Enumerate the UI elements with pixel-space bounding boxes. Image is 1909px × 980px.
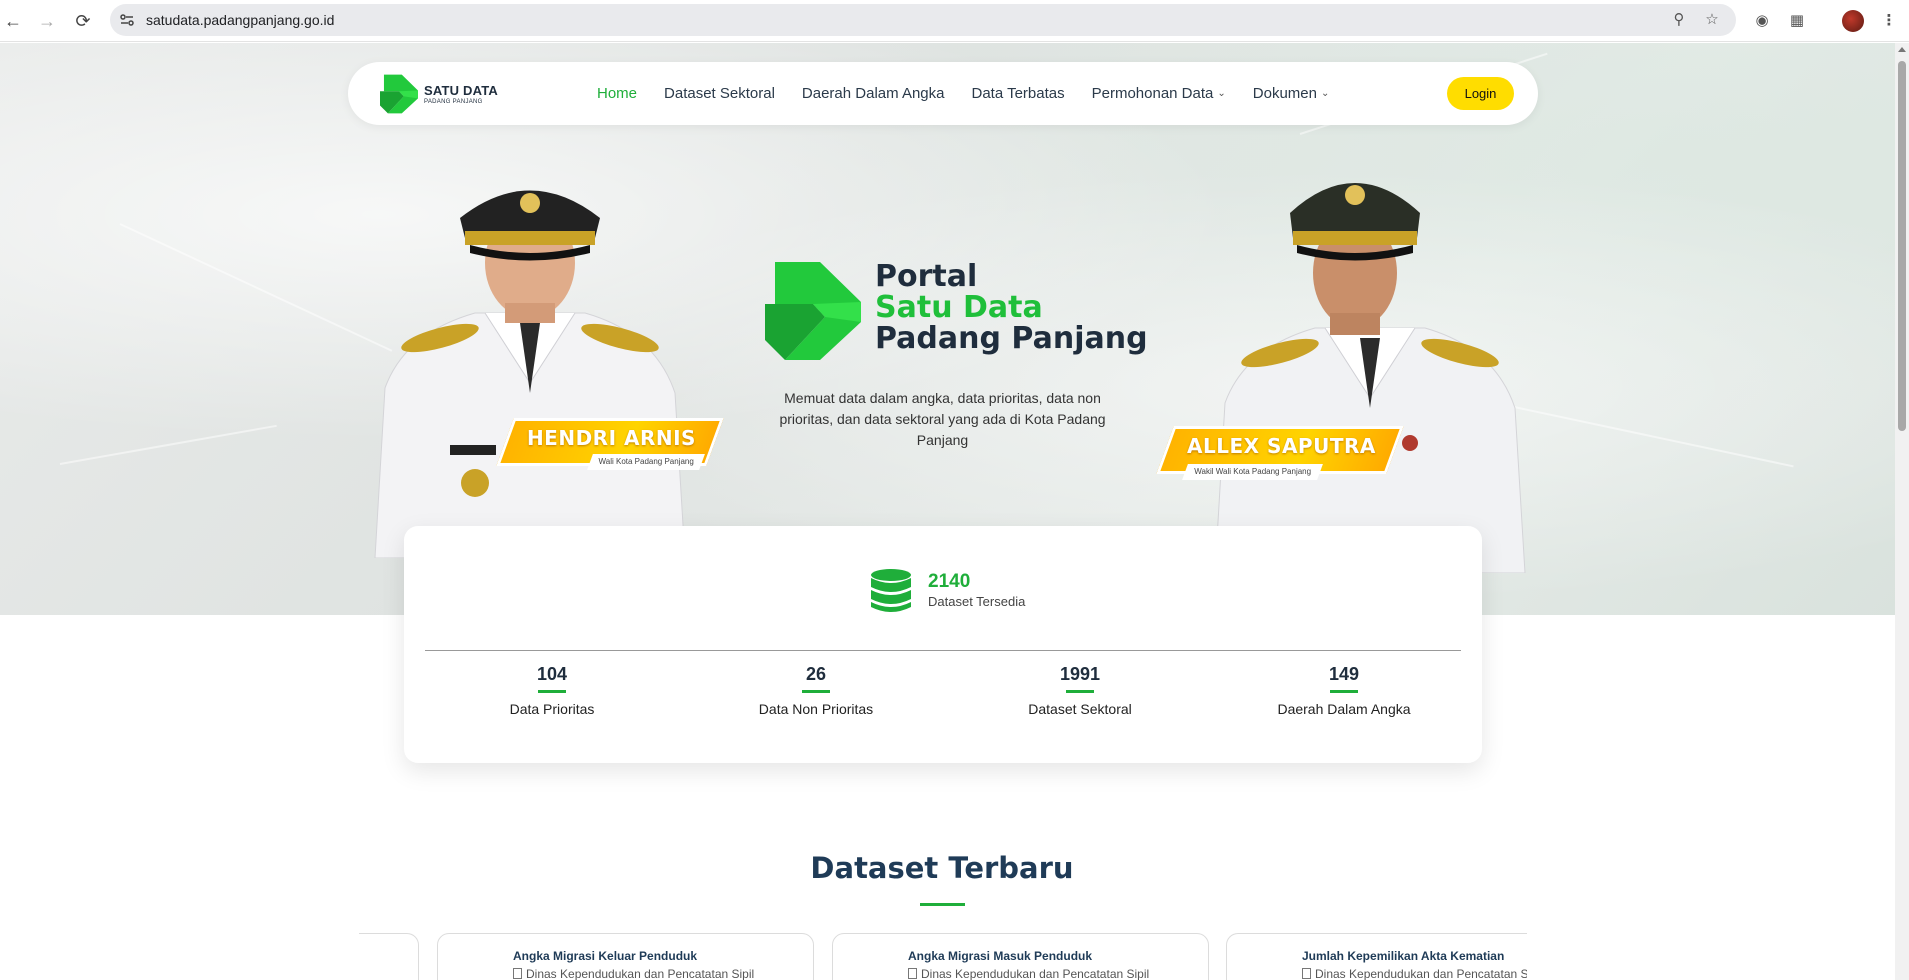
total-dataset-label: Dataset Tersedia xyxy=(928,594,1026,609)
nav-daerah-dalam-angka[interactable]: Daerah Dalam Angka xyxy=(802,85,945,102)
chevron-down-icon: ⌄ xyxy=(1320,88,1330,99)
nav-dokumen[interactable]: Dokumen ⌄ xyxy=(1253,85,1330,102)
portal-title-line3: Padang Panjang xyxy=(875,321,1148,356)
dataset-card-title: Angka Migrasi Keluar Penduduk xyxy=(513,949,698,963)
mayor-name: HENDRI ARNIS xyxy=(526,426,696,450)
profile-avatar[interactable] xyxy=(1842,10,1864,32)
dataset-card-title: Jumlah Kepemilikan Akta Kematian xyxy=(1302,949,1505,963)
satu-data-logo-icon xyxy=(380,74,418,114)
stat-underline xyxy=(538,690,566,693)
section-title-underline xyxy=(920,903,965,906)
portal-title-line2: Satu Data xyxy=(875,290,1043,325)
dataset-card[interactable]: Angka Migrasi Masuk Penduduk Dinas Kepen… xyxy=(832,933,1209,980)
vice-mayor-role-strip: Wakil Wali Kota Padang Panjang xyxy=(1182,464,1323,480)
camera-icon[interactable]: ◉ xyxy=(1751,10,1773,32)
stat-data-prioritas[interactable]: 104 Data Prioritas xyxy=(420,664,684,717)
mayor-role-strip: Wali Kota Padang Panjang xyxy=(587,454,705,470)
dataset-card[interactable]: Angka Migrasi Keluar Penduduk Dinas Kepe… xyxy=(437,933,814,980)
bookmark-star-icon[interactable]: ☆ xyxy=(1702,10,1722,30)
page-scrollbar[interactable] xyxy=(1895,43,1909,980)
site-settings-icon[interactable] xyxy=(118,11,136,29)
nav-dataset-sektoral[interactable]: Dataset Sektoral xyxy=(664,85,775,102)
extensions-icon[interactable]: ▦ xyxy=(1786,10,1808,32)
mayor-role: Wali Kota Padang Panjang xyxy=(598,457,694,466)
reload-icon[interactable]: ⟳ xyxy=(70,8,96,34)
nav-menu: Home Dataset Sektoral Daerah Dalam Angka… xyxy=(597,62,1356,125)
mayor-portrait xyxy=(365,143,695,559)
dataset-card[interactable]: Jumlah Kepemilikan Akta Kematian Dinas K… xyxy=(1226,933,1527,980)
dataset-card-org: Dinas Kependudukan dan Pencatatan Sipil xyxy=(513,967,754,980)
url-text[interactable]: satudata.padangpanjang.go.id xyxy=(146,12,334,28)
brand-name: SATU DATA xyxy=(424,82,499,98)
address-bar[interactable]: satudata.padangpanjang.go.id ⚲ ☆ xyxy=(110,4,1736,36)
nav-data-terbatas[interactable]: Data Terbatas xyxy=(972,85,1065,102)
total-dataset-count: 2140 xyxy=(928,571,971,592)
nav-home[interactable]: Home xyxy=(597,85,637,102)
vice-mayor-portrait xyxy=(1205,143,1535,574)
stat-daerah-dalam-angka[interactable]: 149 Daerah Dalam Angka xyxy=(1212,664,1476,717)
portal-title: Portal Satu Data Padang Panjang xyxy=(875,261,1148,354)
database-icon xyxy=(871,569,911,612)
vice-mayor-role: Wakil Wali Kota Padang Panjang xyxy=(1194,467,1312,476)
login-button[interactable]: Login xyxy=(1447,77,1514,110)
back-icon[interactable]: ← xyxy=(0,8,26,34)
browser-toolbar: ← → ⟳ satudata.padangpanjang.go.id ⚲ ☆ ◉… xyxy=(0,0,1909,42)
kebab-menu-icon[interactable]: ⋮ xyxy=(1878,10,1900,32)
brand-logo[interactable]: SATU DATA PADANG PANJANG xyxy=(380,74,498,114)
chevron-down-icon: ⌄ xyxy=(1217,88,1226,99)
dataset-card-org: Dinas Kependudukan dan Pencatatan Sipil xyxy=(908,967,1149,980)
vice-mayor-name: ALLEX SAPUTRA xyxy=(1187,434,1376,458)
zoom-icon[interactable]: ⚲ xyxy=(1669,10,1689,30)
forward-icon[interactable]: → xyxy=(34,8,60,34)
dataset-card-title: Angka Migrasi Masuk Penduduk xyxy=(908,949,1093,963)
card-divider xyxy=(425,650,1461,651)
dataset-card-partial[interactable] xyxy=(359,933,419,980)
main-navbar: SATU DATA PADANG PANJANG Home Dataset Se… xyxy=(348,62,1538,125)
portal-title-line1: Portal xyxy=(875,259,978,294)
stats-card: 2140 Dataset Tersedia 104 Data Prioritas… xyxy=(404,526,1482,763)
stat-data-non-prioritas[interactable]: 26 Data Non Prioritas xyxy=(684,664,948,717)
dataset-card-org: Dinas Kependudukan dan Pencatatan Sipil xyxy=(1302,967,1527,980)
building-icon xyxy=(908,968,917,979)
portal-description: Memuat data dalam angka, data prioritas,… xyxy=(779,390,1106,448)
section-title-dataset-terbaru: Dataset Terbaru xyxy=(810,851,1074,885)
scrollbar-thumb[interactable] xyxy=(1898,61,1906,431)
portal-logo-icon xyxy=(765,262,861,360)
stat-dataset-sektoral[interactable]: 1991 Dataset Sektoral xyxy=(948,664,1212,717)
stat-underline xyxy=(1066,690,1094,693)
stat-underline xyxy=(1330,690,1358,693)
nav-permohonan-data[interactable]: Permohonan Data ⌄ xyxy=(1092,85,1226,102)
scroll-up-icon[interactable] xyxy=(1898,47,1906,52)
building-icon xyxy=(1302,968,1311,979)
stat-underline xyxy=(802,690,830,693)
brand-subname: PADANG PANJANG xyxy=(424,98,483,105)
building-icon xyxy=(513,968,522,979)
